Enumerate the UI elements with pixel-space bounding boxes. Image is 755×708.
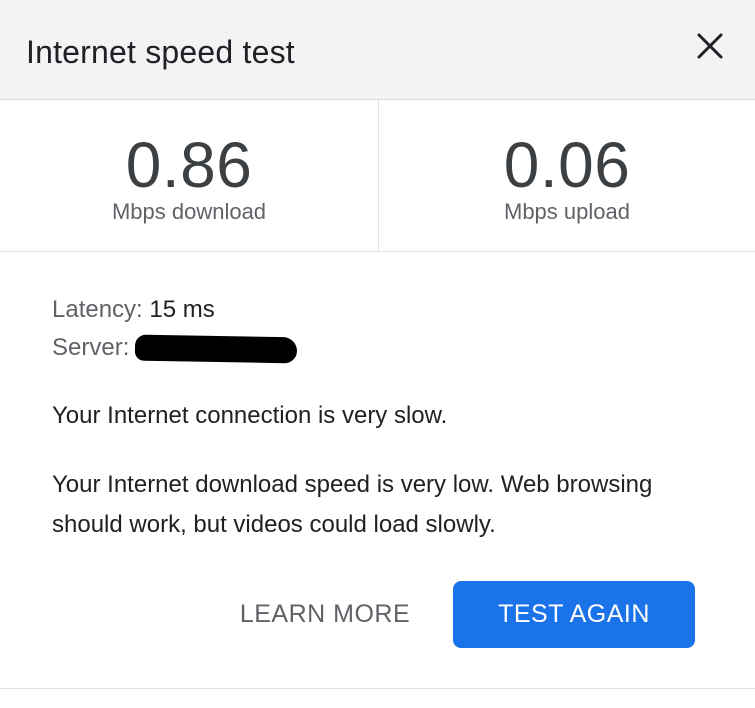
detail-message: Your Internet download speed is very low… — [52, 471, 653, 538]
server-row: Server: — [52, 333, 298, 371]
speed-test-dialog: Internet speed test 0.86 Mbps download 0… — [0, 0, 755, 708]
download-value: 0.86 — [125, 129, 253, 201]
connection-details: Latency: 15 ms Server: — [52, 295, 298, 371]
close-icon — [697, 33, 723, 59]
test-again-button[interactable]: TEST AGAIN — [453, 581, 695, 648]
dialog-title: Internet speed test — [26, 34, 295, 70]
close-button[interactable] — [690, 26, 730, 66]
upload-unit: Mbps upload — [504, 199, 630, 224]
bottom-divider — [0, 688, 755, 689]
server-label: Server: — [52, 334, 130, 361]
dialog-header: Internet speed test — [0, 0, 755, 100]
download-stat: 0.86 Mbps download — [0, 100, 378, 252]
learn-more-button[interactable]: LEARN MORE — [230, 582, 420, 646]
upload-stat: 0.06 Mbps upload — [379, 100, 755, 252]
latency-row: Latency: 15 ms — [52, 295, 297, 333]
upload-value: 0.06 — [503, 129, 631, 201]
latency-label: Latency: — [52, 296, 143, 323]
latency-value: 15 ms — [149, 296, 215, 323]
download-unit: Mbps download — [111, 199, 267, 224]
summary-message: Your Internet connection is very slow. — [52, 402, 448, 429]
server-redaction — [135, 334, 298, 364]
speed-results: 0.86 Mbps download 0.06 Mbps upload — [0, 100, 755, 252]
